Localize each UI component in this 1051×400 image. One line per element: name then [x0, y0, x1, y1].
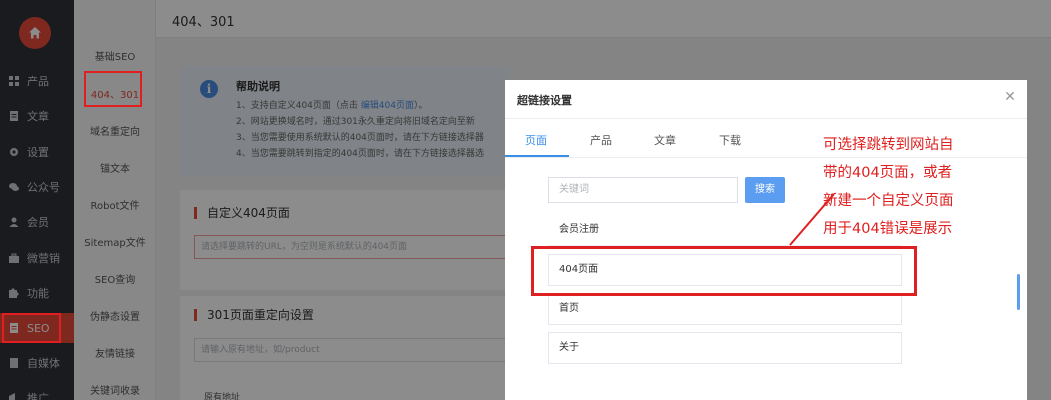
highlight-404-page	[531, 246, 917, 296]
list-item-about[interactable]: 关于	[548, 332, 902, 364]
keyword-input[interactable]: 关键词	[548, 177, 738, 203]
active-tab-indicator	[505, 155, 569, 157]
tab-pages[interactable]: 页面	[525, 132, 547, 148]
modal-title: 超链接设置	[517, 94, 572, 107]
search-button[interactable]: 搜索	[745, 177, 785, 203]
close-icon[interactable]: ✕	[1003, 90, 1017, 104]
tab-downloads[interactable]: 下载	[719, 132, 741, 148]
annotation-line: 可选择跳转到网站自	[823, 137, 954, 153]
annotation-text: 可选择跳转到网站自 带的404页面，或者 新建一个自定义页面 用于404错误是展…	[823, 131, 973, 243]
annotation-line: 新建一个自定义页面	[823, 193, 954, 209]
list-item-home[interactable]: 首页	[548, 293, 902, 325]
annotation-line: 用于404错误是展示	[823, 221, 953, 237]
divider	[505, 118, 1027, 119]
tab-products[interactable]: 产品	[590, 132, 612, 148]
annotation-line: 带的404页面，或者	[823, 165, 953, 181]
scrollbar-thumb[interactable]	[1017, 274, 1020, 310]
tab-articles[interactable]: 文章	[654, 132, 676, 148]
highlight-404-301	[84, 71, 142, 107]
highlight-seo	[2, 313, 61, 343]
